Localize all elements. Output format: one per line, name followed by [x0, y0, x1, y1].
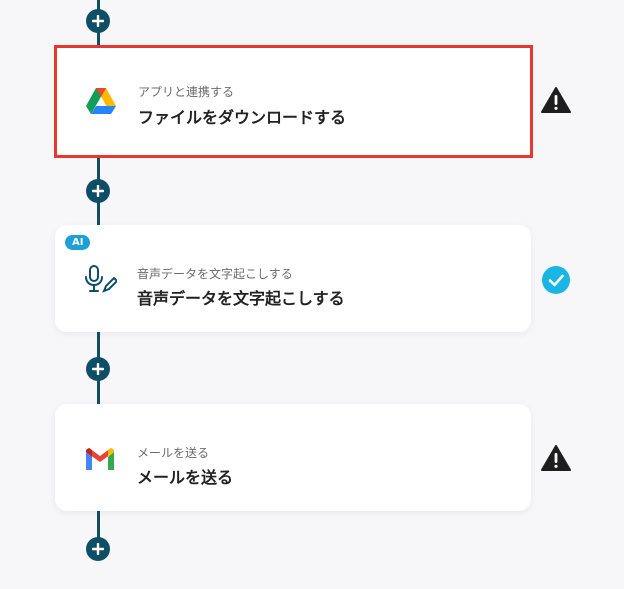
flow-step-card-download-file[interactable]: アプリと連携する ファイルをダウンロードする [54, 45, 533, 158]
add-step-button[interactable] [86, 357, 110, 381]
flow-step-card-send-mail[interactable]: メールを送る メールを送る [55, 404, 531, 511]
plus-icon [92, 185, 104, 197]
step-subtitle: アプリと連携する [138, 85, 235, 99]
add-step-button[interactable] [86, 179, 110, 203]
ai-badge: AI [65, 235, 91, 250]
warning-icon [541, 444, 571, 472]
google-drive-icon [84, 85, 118, 119]
microphone-pen-icon [83, 263, 119, 297]
plus-icon [92, 543, 104, 555]
gmail-icon [83, 442, 117, 476]
add-step-button[interactable] [86, 537, 110, 561]
step-title: 音声データを文字起こしする [137, 289, 345, 308]
add-step-button[interactable] [86, 9, 110, 33]
step-title: メールを送る [137, 468, 234, 487]
step-subtitle: メールを送る [137, 446, 210, 460]
check-icon [542, 266, 572, 294]
plus-icon [92, 15, 104, 27]
step-subtitle: 音声データを文字起こしする [137, 267, 293, 281]
flow-step-card-transcribe[interactable]: AI 音声データを文字起こしする 音声データを文字起こしする [55, 225, 531, 332]
plus-icon [92, 363, 104, 375]
step-title: ファイルをダウンロードする [138, 108, 347, 127]
warning-icon [541, 86, 571, 114]
